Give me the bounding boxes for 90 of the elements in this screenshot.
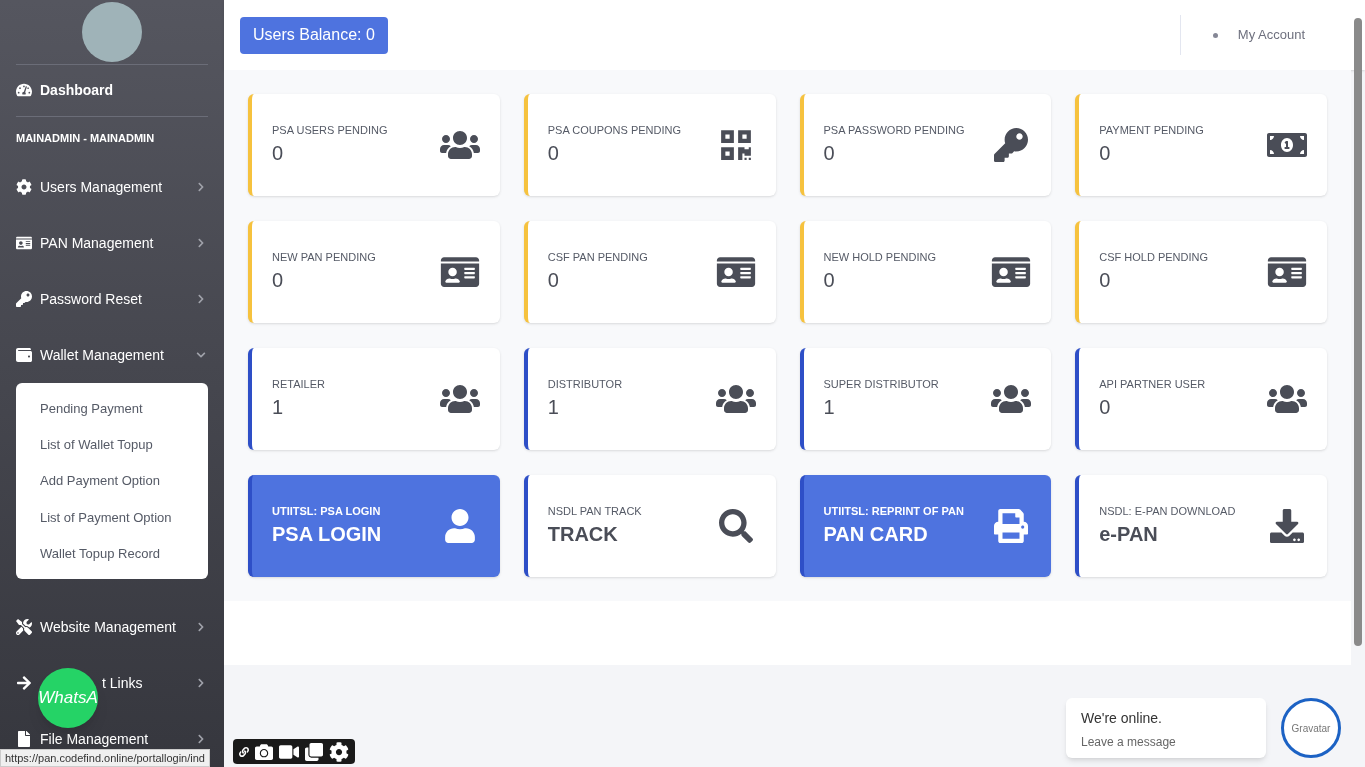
file-icon <box>16 731 32 747</box>
card-value: 0 <box>272 268 285 294</box>
id-card-icon <box>715 255 756 289</box>
card-value: 0 <box>1099 395 1112 421</box>
card-label: RETAILER <box>272 376 326 392</box>
sidebar-item[interactable]: Users Management <box>40 176 188 198</box>
chevron-right-icon <box>196 734 206 744</box>
card-label: SUPER DISTRIBUTOR <box>823 376 940 392</box>
settings-icon[interactable] <box>329 741 349 762</box>
card-label: PSA COUPONS PENDING <box>547 122 682 138</box>
card-value: 0 <box>823 268 836 294</box>
users-icon <box>439 128 480 162</box>
card-label: NSDL: E-PAN DOWNLOAD <box>1099 503 1237 519</box>
card-label: NEW PAN PENDING <box>272 249 377 265</box>
card-label: UTIITSL: REPRINT OF PAN <box>823 503 965 519</box>
dashboard-gauge-icon <box>16 82 32 99</box>
card-label: PSA USERS PENDING <box>272 122 389 138</box>
users-icon <box>715 382 756 416</box>
card-value: 1 <box>272 395 285 421</box>
sidebar-item[interactable]: PAN Management <box>40 232 188 254</box>
id-card-icon <box>439 255 480 289</box>
card-label: CSF PAN PENDING <box>547 249 649 265</box>
link-card[interactable]: UTIITSL: PSA LOGIN PSA LOGIN <box>248 475 500 577</box>
scrollbar[interactable] <box>1354 18 1362 646</box>
users-icon <box>439 382 480 416</box>
submenu-item[interactable]: List of Wallet Topup <box>40 434 153 455</box>
id-card-icon <box>1267 255 1307 289</box>
bullet-icon <box>1212 32 1218 38</box>
users-icon <box>1267 382 1307 416</box>
chat-popup[interactable]: We're online. Leave a message <box>1066 698 1266 758</box>
card-value: 0 <box>1099 268 1112 294</box>
card-value: 0 <box>823 141 836 167</box>
gear-icon <box>16 179 32 196</box>
card-value: TRACK <box>547 522 619 548</box>
arrow-right-icon <box>16 675 32 691</box>
chevron-right-icon <box>196 182 206 193</box>
card-label: UTIITSL: PSA LOGIN <box>272 503 382 519</box>
submenu-item[interactable]: Add Payment Option <box>40 471 160 491</box>
card-label: NEW HOLD PENDING <box>823 249 937 265</box>
copy-icon[interactable] <box>305 742 323 761</box>
account-link[interactable]: My Account <box>1237 25 1305 45</box>
sidebar-item[interactable]: Password Reset <box>40 288 188 310</box>
id-card-icon <box>991 255 1032 289</box>
link-card[interactable]: NSDL PAN TRACK TRACK <box>523 475 776 577</box>
users-icon <box>991 382 1032 416</box>
link-card[interactable]: NSDL: E-PAN DOWNLOAD e-PAN <box>1075 475 1327 577</box>
card-label: CSF HOLD PENDING <box>1099 249 1210 265</box>
chevron-right-icon <box>196 294 206 305</box>
card-label: PSA PASSWORD PENDING <box>823 122 966 138</box>
video-camera-icon[interactable] <box>279 742 299 761</box>
sidebar-item[interactable]: Wallet Management <box>40 344 188 366</box>
tools-icon <box>16 619 32 635</box>
key-icon <box>16 291 32 308</box>
download-icon <box>1267 509 1307 543</box>
sidebar-item[interactable]: Website Management <box>40 616 188 638</box>
chevron-right-icon <box>196 678 206 688</box>
status-url: https://pan.codefind.online/portallogin/ind <box>5 750 205 766</box>
wallet-icon <box>16 347 32 364</box>
chevron-right-icon <box>196 622 206 632</box>
card-value: 1 <box>823 395 836 421</box>
card-value: PSA LOGIN <box>272 522 383 548</box>
chat-subtitle: Leave a message <box>1081 734 1177 751</box>
users-balance-button[interactable]: Users Balance: 0 <box>240 16 388 54</box>
chat-avatar[interactable]: Gravatar <box>1281 698 1341 758</box>
card-label: API PARTNER USER <box>1099 376 1207 392</box>
avatar-alt-text: Gravatar <box>1291 721 1331 736</box>
id-card-icon <box>16 235 32 252</box>
card-value: 0 <box>547 141 560 167</box>
sidebar-item[interactable]: File Management <box>40 728 188 750</box>
submenu-item[interactable]: Wallet Topup Record <box>40 544 160 564</box>
submenu-item[interactable]: Pending Payment <box>40 398 143 418</box>
camera-icon[interactable] <box>255 742 273 761</box>
card-label: NSDL PAN TRACK <box>547 503 643 519</box>
sidebar-item[interactable]: t Links <box>102 672 188 694</box>
card-label: PAYMENT PENDING <box>1099 122 1205 138</box>
whatsapp-label: WhatsA <box>38 687 98 710</box>
card-value: 1 <box>547 395 560 421</box>
sidebar-item[interactable]: Dashboard <box>40 79 114 101</box>
card-value: PAN CARD <box>823 522 929 548</box>
card-value: 0 <box>272 141 285 167</box>
link-card[interactable]: UTIITSL: REPRINT OF PAN PAN CARD <box>799 475 1052 577</box>
chevron-right-icon <box>196 238 206 249</box>
submenu-item[interactable]: List of Payment Option <box>40 507 172 528</box>
card-value: 0 <box>1099 141 1112 167</box>
link-icon[interactable] <box>239 746 249 757</box>
sidebar-heading: MAINADMIN - MAINADMIN <box>16 130 155 146</box>
card-value: e-PAN <box>1099 522 1159 548</box>
card-value: 0 <box>547 268 560 294</box>
card-label: DISTRIBUTOR <box>547 376 624 392</box>
chat-title: We're online. <box>1081 709 1163 728</box>
